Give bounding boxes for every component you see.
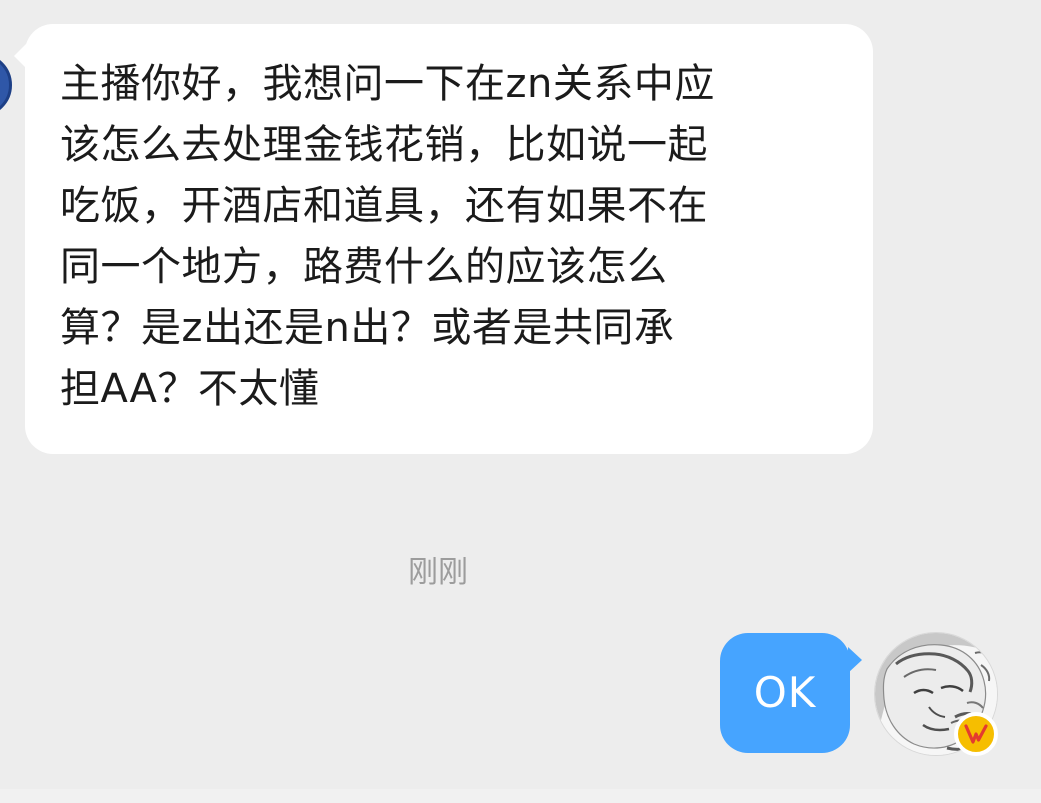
outgoing-message: OK xyxy=(720,633,862,753)
verified-badge-icon xyxy=(954,712,998,756)
outgoing-message-bubble: OK xyxy=(720,633,850,753)
outgoing-message-text: OK xyxy=(753,668,817,717)
incoming-message-bubble: 主播你好，我想问一下在zn关系中应 该怎么去处理金钱花销，比如说一起 吃饭，开酒… xyxy=(25,24,873,454)
incoming-message: 主播你好，我想问一下在zn关系中应 该怎么去处理金钱花销，比如说一起 吃饭，开酒… xyxy=(14,24,873,454)
outgoing-avatar[interactable] xyxy=(874,632,998,756)
message-timestamp: 刚刚 xyxy=(408,555,468,590)
outgoing-bubble-tail xyxy=(848,647,862,673)
incoming-message-text: 主播你好，我想问一下在zn关系中应 该怎么去处理金钱花销，比如说一起 吃饭，开酒… xyxy=(60,61,715,412)
bottom-bar xyxy=(0,789,1041,803)
incoming-avatar[interactable] xyxy=(0,53,12,117)
